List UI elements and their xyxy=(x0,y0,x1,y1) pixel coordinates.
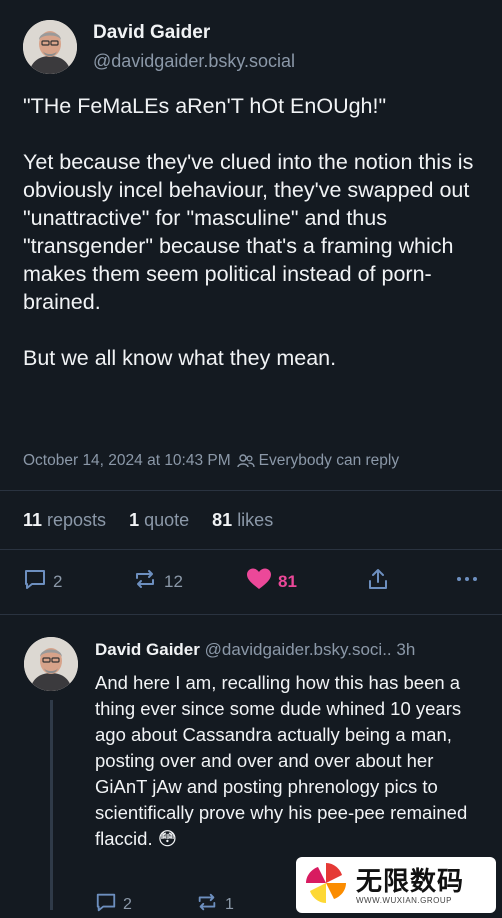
main-post: David Gaider @davidgaider.bsky.social "T… xyxy=(0,0,502,615)
watermark-url: WWW.WUXIAN.GROUP xyxy=(356,895,452,905)
reply-age[interactable]: 3h xyxy=(396,640,415,659)
avatar[interactable] xyxy=(24,637,78,691)
repost-arrows-icon xyxy=(195,891,219,918)
watermark-text: 无限数码 WWW.WUXIAN.GROUP xyxy=(356,866,464,905)
reply-button[interactable]: 2 xyxy=(23,567,62,596)
avatar-portrait-icon xyxy=(24,637,78,691)
repost-button[interactable]: 1 xyxy=(195,891,234,918)
speech-bubble-icon xyxy=(95,891,117,918)
people-icon xyxy=(236,453,255,469)
likes-label: likes xyxy=(237,510,274,530)
more-options-button[interactable] xyxy=(455,567,479,596)
reply-author-name[interactable]: David Gaider xyxy=(95,640,200,659)
more-dots-icon xyxy=(455,567,479,596)
repost-count: 1 xyxy=(225,895,234,913)
watermark-logo: 无限数码 WWW.WUXIAN.GROUP xyxy=(296,857,496,913)
divider xyxy=(0,549,502,550)
post-meta: October 14, 2024 at 10:43 PM Everybody c… xyxy=(23,452,399,470)
reply-author-handle[interactable]: @davidgaider.bsky.soci.. xyxy=(205,640,392,659)
reply-header: David Gaider @davidgaider.bsky.soci.. 3h xyxy=(95,640,415,660)
like-button[interactable]: 81 xyxy=(246,567,297,596)
thread-line xyxy=(50,700,53,910)
reply-count: 2 xyxy=(53,571,63,591)
reply-permission-label[interactable]: Everybody can reply xyxy=(259,452,399,470)
watermark-main-text: 无限数码 xyxy=(356,865,465,896)
repost-button[interactable]: 12 xyxy=(132,567,183,596)
repost-count: 12 xyxy=(164,571,183,591)
avatar-portrait-icon xyxy=(23,20,77,74)
divider xyxy=(0,614,502,615)
author-display-name[interactable]: David Gaider xyxy=(93,22,210,44)
post-paragraph: "THe FeMaLEs aRen'T hOt EnOUgh!" xyxy=(23,94,387,118)
reposts-count: 11 xyxy=(23,510,43,530)
avatar[interactable] xyxy=(23,20,77,74)
heart-icon xyxy=(246,567,272,596)
quotes-stat[interactable]: 1 quote xyxy=(129,510,189,530)
post-paragraph: Yet because they've clued into the notio… xyxy=(23,150,474,314)
post-stats: 11 reposts 1 quote 81 likes xyxy=(23,510,291,531)
reply-button[interactable]: 2 xyxy=(95,891,132,918)
quotes-count: 1 xyxy=(129,510,140,530)
likes-count: 81 xyxy=(212,510,233,530)
share-upload-icon xyxy=(366,567,390,596)
reposts-label: reposts xyxy=(47,510,107,530)
post-paragraph: But we all know what they mean. xyxy=(23,346,337,370)
quotes-label: quote xyxy=(144,510,190,530)
like-count: 81 xyxy=(278,571,297,591)
post-text: "THe FeMaLEs aRen'T hOt EnOUgh!" Yet bec… xyxy=(23,92,485,372)
reply-text: And here I am, recalling how this has be… xyxy=(95,672,468,849)
pinwheel-logo-icon xyxy=(304,861,348,910)
reply-count: 2 xyxy=(123,895,132,913)
likes-stat[interactable]: 81 likes xyxy=(212,510,273,530)
repost-arrows-icon xyxy=(132,567,158,596)
divider xyxy=(0,490,502,491)
reposts-stat[interactable]: 11 reposts xyxy=(23,510,106,530)
speech-bubble-icon xyxy=(23,567,47,596)
post-timestamp[interactable]: October 14, 2024 at 10:43 PM xyxy=(23,452,231,470)
author-handle[interactable]: @davidgaider.bsky.social xyxy=(93,51,295,72)
share-button[interactable] xyxy=(366,567,390,596)
